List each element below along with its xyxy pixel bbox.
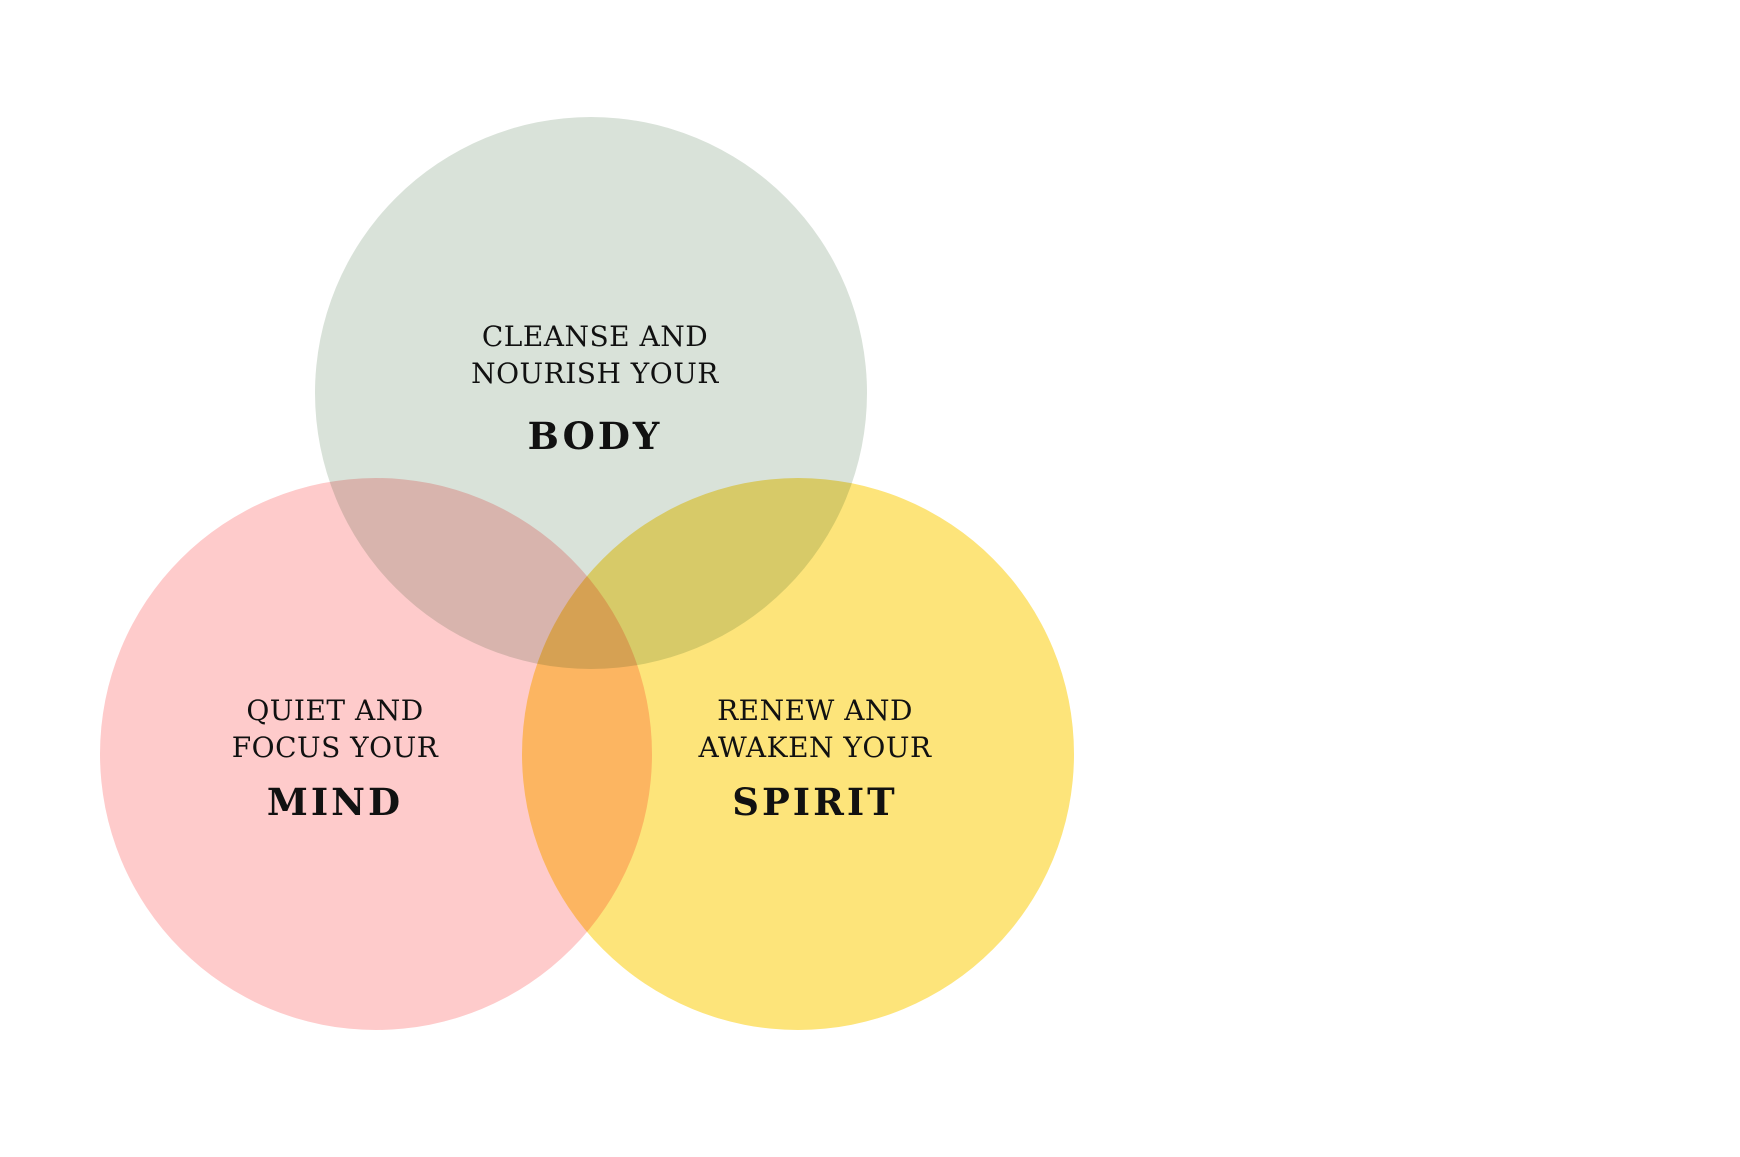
body-line-2: NOURISH YOUR — [471, 357, 719, 390]
spirit-line-2: AWAKEN YOUR — [698, 731, 932, 764]
spirit-word: SPIRIT — [732, 780, 898, 824]
mind-label: QUIET AND FOCUS YOUR MIND — [165, 692, 505, 824]
body-word: BODY — [527, 414, 663, 458]
spirit-label: RENEW AND AWAKEN YOUR SPIRIT — [645, 692, 985, 824]
body-label: CLEANSE AND NOURISH YOUR BODY — [425, 318, 765, 458]
mind-word: MIND — [266, 780, 404, 824]
mind-line-1: QUIET AND — [246, 694, 424, 727]
spirit-line-1: RENEW AND — [717, 694, 913, 727]
body-line-1: CLEANSE AND — [481, 320, 709, 353]
mind-line-2: FOCUS YOUR — [231, 731, 439, 764]
venn-diagram: CLEANSE AND NOURISH YOUR BODY QUIET AND … — [0, 0, 1740, 1157]
